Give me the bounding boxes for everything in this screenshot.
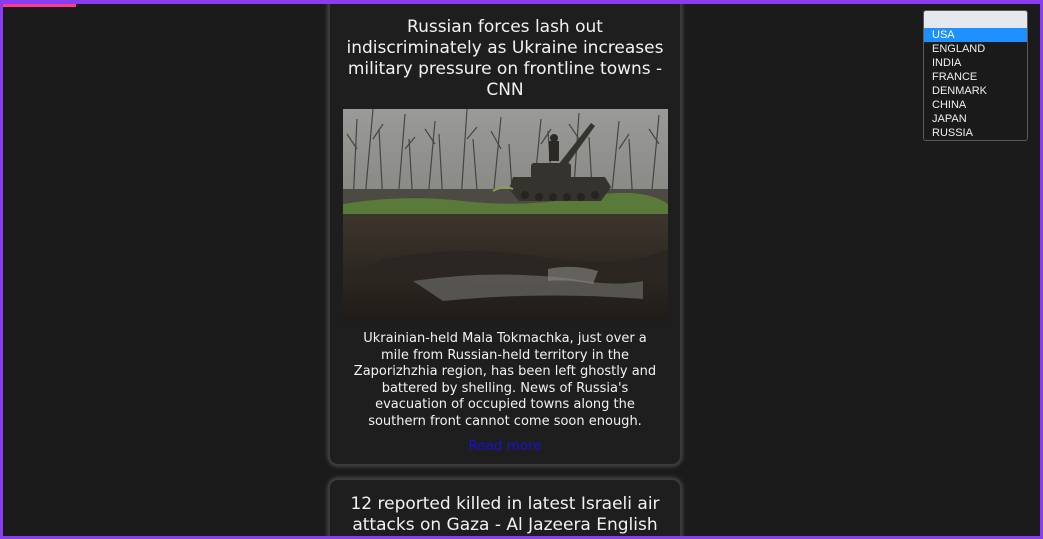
country-option[interactable]: INDIA	[924, 56, 1027, 70]
article-headline: Russian forces lash out indiscriminately…	[346, 17, 664, 100]
country-option[interactable]: DENMARK	[924, 84, 1027, 98]
country-options: USA ENGLAND INDIA FRANCE DENMARK CHINA J…	[924, 28, 1027, 140]
article-description: Ukrainian-held Mala Tokmachka, just over…	[353, 331, 657, 429]
country-option[interactable]: FRANCE	[924, 70, 1027, 84]
page-frame: Russian forces lash out indiscriminately…	[0, 0, 1043, 539]
article-photo[interactable]	[342, 109, 668, 321]
country-option[interactable]: CHINA	[924, 98, 1027, 112]
read-more-link[interactable]: Read more	[468, 438, 541, 454]
country-select[interactable]: USA ENGLAND INDIA FRANCE DENMARK CHINA J…	[923, 10, 1028, 141]
country-option[interactable]: RUSSIA	[924, 126, 1027, 140]
progress-strip	[3, 4, 76, 7]
news-card: 12 reported killed in latest Israeli air…	[328, 478, 682, 536]
country-option[interactable]: ENGLAND	[924, 42, 1027, 56]
article-headline: 12 reported killed in latest Israeli air…	[350, 494, 660, 535]
select-box[interactable]	[924, 11, 1027, 28]
news-card: Russian forces lash out indiscriminately…	[328, 4, 682, 466]
country-option[interactable]: USA	[924, 28, 1027, 42]
country-option[interactable]: JAPAN	[924, 112, 1027, 126]
